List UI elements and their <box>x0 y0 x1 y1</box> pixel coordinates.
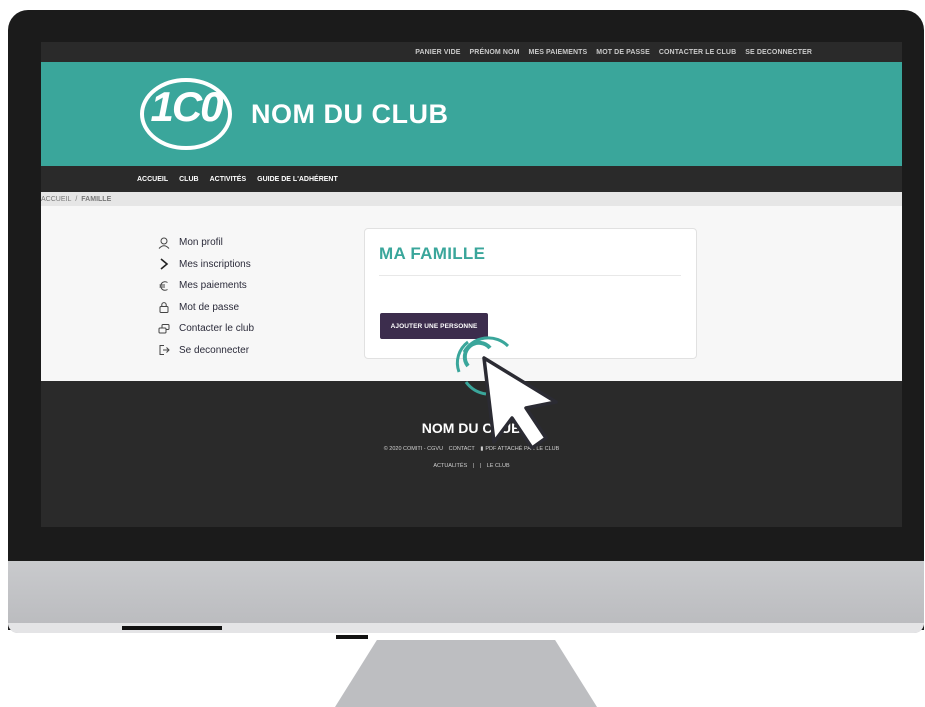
monitor-stand <box>335 640 597 707</box>
club-title: NOM DU CLUB <box>251 98 449 129</box>
top-utility-bar: PANIER VIDE PRÉNOM NOM MES PAIEMENTS MOT… <box>41 42 902 62</box>
chat-icon <box>157 322 171 336</box>
topbar-link-password[interactable]: MOT DE PASSE <box>596 49 650 56</box>
footer-link-contact[interactable]: CONTACT <box>449 446 475 452</box>
sidemenu-label: Mes inscriptions <box>179 258 251 270</box>
breadcrumb-current: FAMILLE <box>81 195 112 203</box>
footer-link-news[interactable]: ACTUALITÉS <box>433 463 467 469</box>
site-header: 1C0 NOM DU CLUB <box>41 62 902 166</box>
topbar-link-payments[interactable]: MES PAIEMENTS <box>529 49 588 56</box>
breadcrumb-separator: / <box>75 195 78 203</box>
euro-icon <box>157 279 171 293</box>
screen: PANIER VIDE PRÉNOM NOM MES PAIEMENTS MOT… <box>41 42 902 527</box>
user-icon <box>157 236 171 250</box>
site-footer: NOM DU CLUB © 2020 COMITI - CGVU CONTACT… <box>41 381 902 527</box>
sidemenu-label: Mes paiements <box>179 280 247 292</box>
footer-divider: | <box>479 463 482 469</box>
topbar-link-cart[interactable]: PANIER VIDE <box>415 49 460 56</box>
breadcrumb-home[interactable]: ACCUEIL <box>41 196 71 203</box>
club-logo[interactable]: 1C0 <box>137 77 235 151</box>
sidemenu-label: Mot de passe <box>179 301 240 313</box>
sidemenu-label: Contacter le club <box>179 323 255 335</box>
sidemenu-item-profile[interactable]: Mon profil <box>157 232 254 254</box>
footer-divider: | <box>472 463 475 469</box>
artifact-line <box>122 626 222 630</box>
sidemenu-item-registrations[interactable]: Mes inscriptions <box>157 254 254 276</box>
sidemenu-item-payments[interactable]: Mes paiements <box>157 275 254 297</box>
sidemenu-item-logout[interactable]: Se deconnecter <box>157 340 254 362</box>
main-content: Mon profil Mes inscriptions Mes paiement… <box>41 206 902 393</box>
chevron-right-icon <box>157 257 171 271</box>
nav-item-activities[interactable]: ACTIVITÉS <box>210 176 247 183</box>
footer-title: NOM DU CLUB <box>421 420 522 436</box>
sidemenu-item-password[interactable]: Mot de passe <box>157 297 254 319</box>
nav-item-guide[interactable]: GUIDE DE L'ADHÉRENT <box>257 176 338 183</box>
footer-links-row: © 2020 COMITI - CGVU CONTACT ▮ PDF ATTACH… <box>41 446 902 452</box>
sidemenu-label: Mon profil <box>179 237 223 249</box>
title-divider <box>379 275 681 276</box>
main-nav: ACCUEIL CLUB ACTIVITÉS GUIDE DE L'ADHÉRE… <box>41 166 902 192</box>
logout-icon <box>157 343 171 357</box>
page-title: MA FAMILLE <box>379 244 486 263</box>
artifact-line <box>336 635 368 639</box>
family-card: MA FAMILLE AJOUTER UNE PERSONNE <box>364 228 697 359</box>
nav-item-home[interactable]: ACCUEIL <box>137 176 168 183</box>
footer-link-club[interactable]: LE CLUB <box>487 463 510 469</box>
lock-icon <box>157 300 171 314</box>
footer-link-pdf[interactable]: PDF ATTACHÉ PAR LE CLUB <box>485 446 559 452</box>
breadcrumb: ACCUEIL / FAMILLE <box>41 192 902 206</box>
footer-copyright: © 2020 COMITI - CGVU <box>383 446 444 452</box>
topbar-link-username[interactable]: PRÉNOM NOM <box>470 49 520 56</box>
document-icon: ▮ <box>480 446 484 452</box>
sidemenu-item-contact[interactable]: Contacter le club <box>157 318 254 340</box>
topbar-link-contact[interactable]: CONTACTER LE CLUB <box>659 49 736 56</box>
add-person-button[interactable]: AJOUTER UNE PERSONNE <box>380 313 488 339</box>
topbar-link-logout[interactable]: SE DECONNECTER <box>745 49 812 56</box>
logo-text: 1C0 <box>150 83 223 130</box>
nav-item-club[interactable]: CLUB <box>179 176 198 183</box>
account-sidemenu: Mon profil Mes inscriptions Mes paiement… <box>157 232 254 361</box>
footer-nav-row: ACTUALITÉS | | LE CLUB <box>41 463 902 469</box>
sidemenu-label: Se deconnecter <box>179 344 250 356</box>
